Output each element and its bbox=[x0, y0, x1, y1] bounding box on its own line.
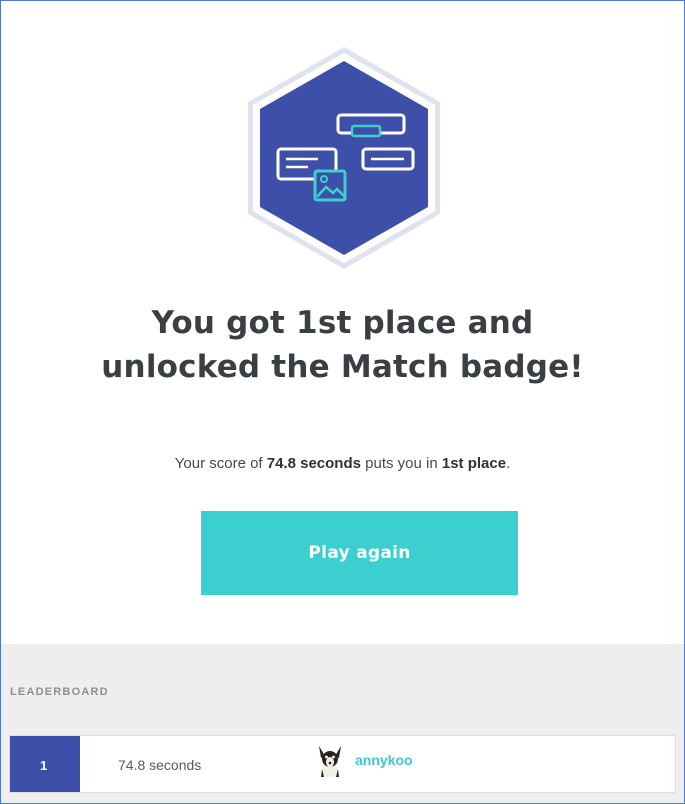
dog-avatar bbox=[315, 744, 345, 778]
score-prefix: Your score of bbox=[174, 455, 267, 472]
rank-badge: 1 bbox=[10, 736, 80, 792]
headline-line-1: You got 1st place and bbox=[151, 305, 534, 341]
result-headline: You got 1st place and unlocked the Match… bbox=[1, 301, 684, 389]
place-value: 1st place bbox=[441, 455, 507, 472]
score-summary: Your score of 74.8 seconds puts you in 1… bbox=[1, 455, 684, 472]
score-suffix: . bbox=[506, 455, 511, 472]
leaderboard-title: LEADERBOARD bbox=[10, 686, 109, 698]
leaderboard: LEADERBOARD 1 74.8 seconds annykoo bbox=[1, 644, 684, 803]
match-badge-icon bbox=[246, 45, 442, 271]
result-panel: You got 1st place and unlocked the Match… bbox=[0, 0, 685, 804]
play-again-button[interactable]: Play again bbox=[201, 511, 518, 595]
headline-line-2: unlocked the Match badge! bbox=[101, 349, 584, 385]
score-middle: puts you in bbox=[360, 455, 442, 472]
username-link[interactable]: annykoo bbox=[355, 752, 413, 768]
row-score: 74.8 seconds bbox=[118, 757, 202, 773]
leaderboard-row: 1 74.8 seconds annykoo bbox=[9, 735, 676, 793]
score-value: 74.8 seconds bbox=[266, 455, 361, 472]
